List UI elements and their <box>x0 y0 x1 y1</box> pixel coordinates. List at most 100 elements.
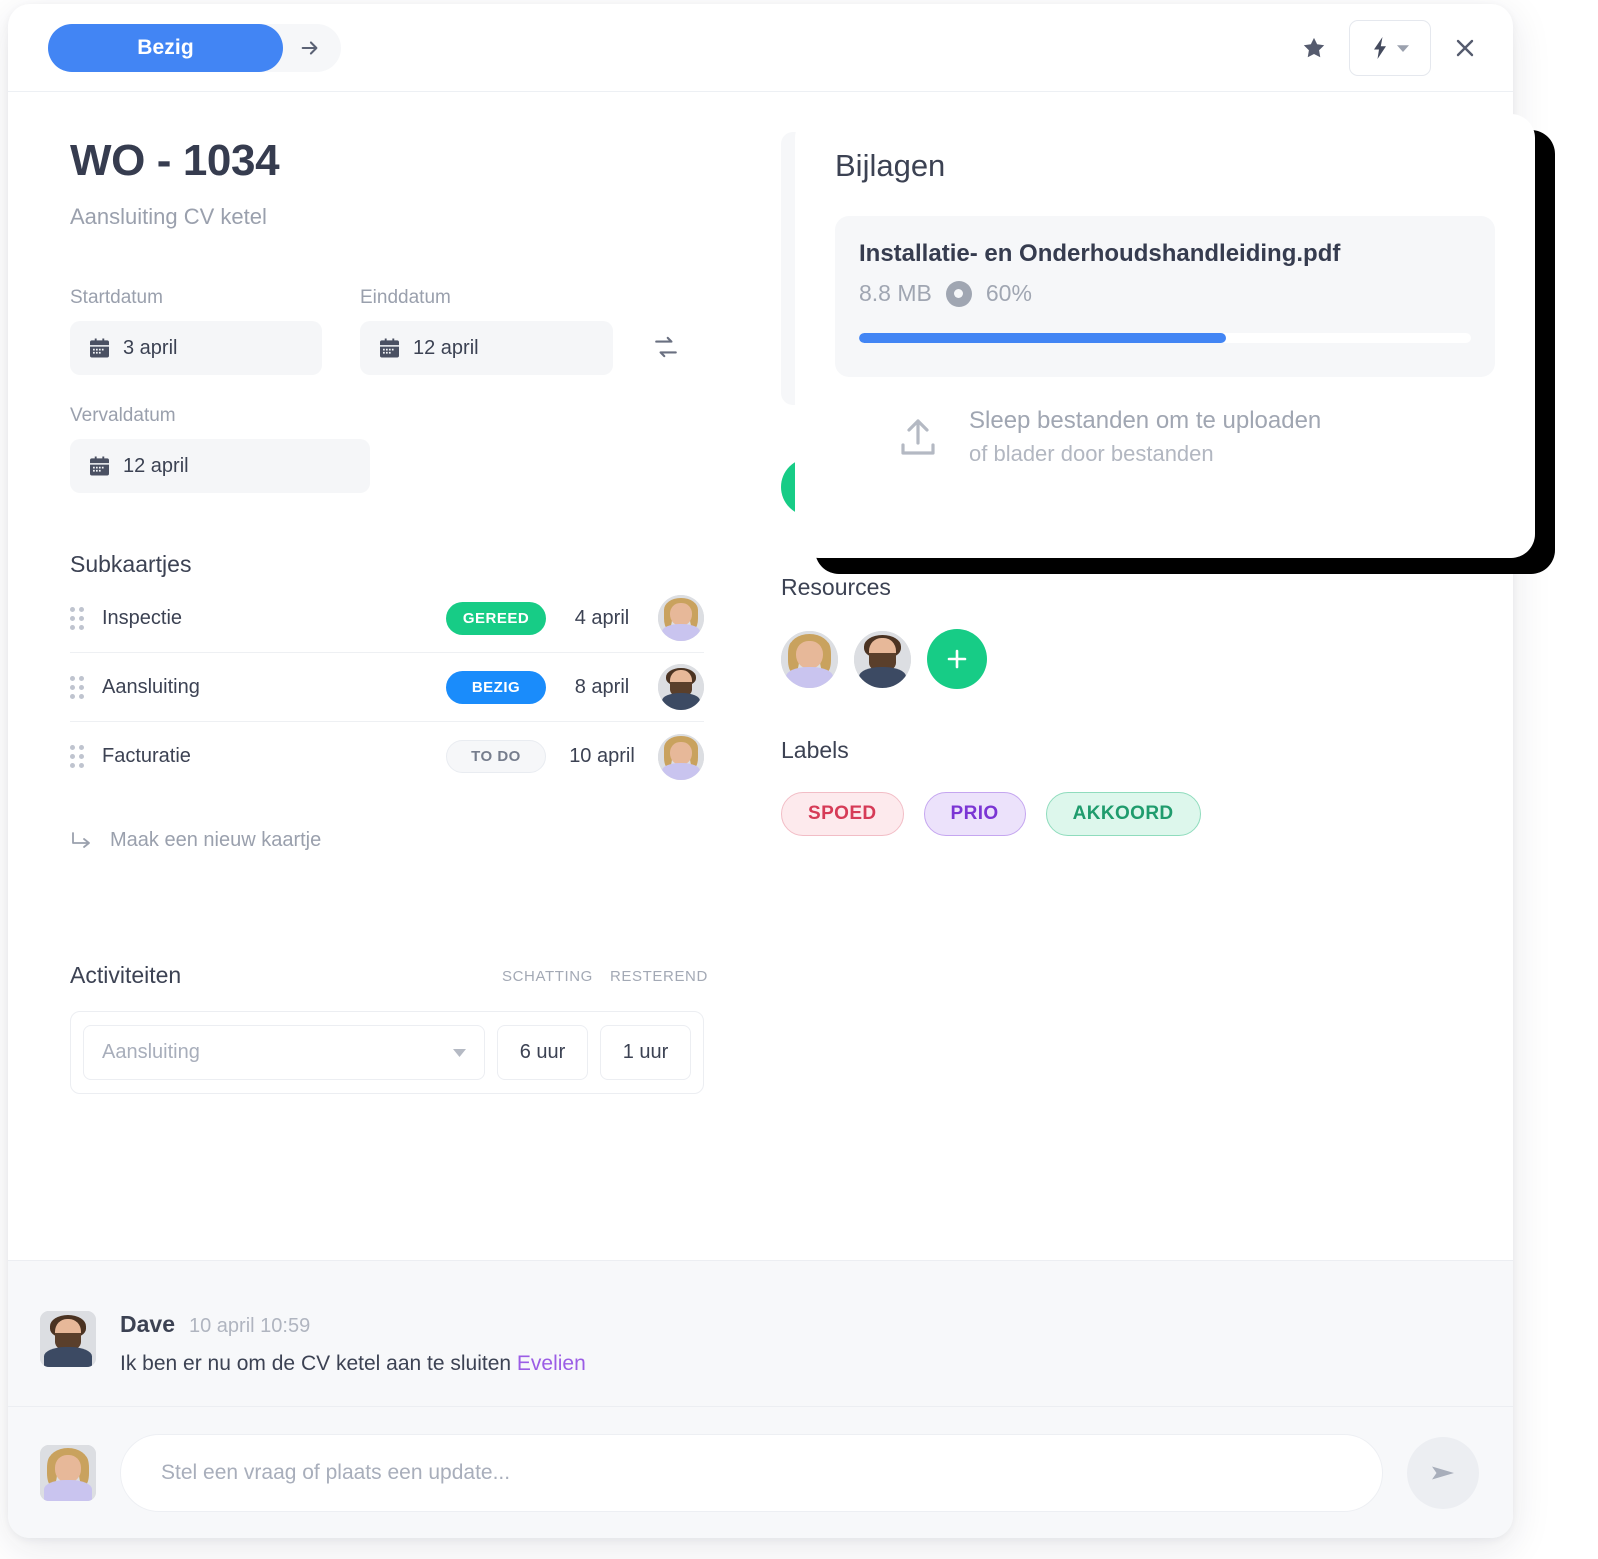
chat-message-author: Dave <box>120 1311 175 1337</box>
progress-donut-icon <box>945 280 972 307</box>
subcard-date: 10 april <box>569 745 635 767</box>
arrow-turn-down-right-icon <box>72 831 90 848</box>
activity-row: Aansluiting 6 uur 1 uur <box>70 1011 704 1094</box>
status-button[interactable]: Bezig <box>48 23 283 72</box>
card-header: Bezig <box>8 4 1513 92</box>
favorite-button[interactable] <box>1301 35 1327 61</box>
header-actions <box>1301 19 1477 76</box>
calendar-icon <box>90 456 109 476</box>
subcard-date: 4 april <box>574 606 630 629</box>
status-badge[interactable]: BEZIG <box>446 670 546 704</box>
chat-message-header: Dave 10 april 10:59 <box>120 1311 586 1338</box>
chevron-down-icon <box>453 1049 466 1057</box>
chevron-down-icon <box>1397 44 1409 52</box>
end-date-value: 12 april <box>413 336 479 359</box>
dates-section: Startdatum 3 april Einddatum 12 april Ve… <box>70 287 763 493</box>
new-subcard-label: Maak een nieuw kaartje <box>110 829 322 851</box>
subcards-section: Subkaartjes Inspectie GEREED 4 april Aanslu… <box>70 551 763 852</box>
resources-title: Resources <box>781 574 891 600</box>
attachment-item[interactable]: Installatie- en Onderhoudshandleiding.pd… <box>835 216 1495 377</box>
labels-title: Labels <box>781 737 849 763</box>
status-switcher[interactable]: Bezig <box>48 23 341 72</box>
chat-mention[interactable]: Evelien <box>517 1352 586 1375</box>
activities-section: Activiteiten SCHATTING RESTEREND Aanslui… <box>70 962 708 1094</box>
star-icon <box>1303 37 1325 57</box>
end-date-label: Einddatum <box>360 287 451 308</box>
table-row[interactable]: Aansluiting BEZIG 8 april <box>70 653 704 722</box>
send-icon <box>1432 1466 1454 1479</box>
new-subcard-button[interactable]: Maak een nieuw kaartje <box>70 829 763 852</box>
left-column: WO - 1034 Aansluiting CV ketel Startdatu… <box>8 92 763 1260</box>
table-row[interactable]: Facturatie TO DO 10 april <box>70 722 704 791</box>
chat-message-text: Ik ben er nu om de CV ketel aan te sluit… <box>120 1352 586 1376</box>
attachment-file-size: 8.8 MB <box>859 280 932 306</box>
start-date-input[interactable]: 3 april <box>70 321 322 375</box>
chat-message-content: Dave 10 april 10:59 Ik ben er nu om de C… <box>120 1311 586 1376</box>
drag-handle-icon[interactable] <box>70 606 102 630</box>
chat-message: Dave 10 april 10:59 Ik ben er nu om de C… <box>8 1261 1513 1376</box>
drag-handle-icon[interactable] <box>70 675 102 699</box>
upload-icon <box>901 419 935 455</box>
activity-remaining-input[interactable]: 1 uur <box>600 1025 691 1080</box>
file-dropzone[interactable]: Sleep bestanden om te uploaden of blader… <box>835 407 1495 467</box>
label-chip[interactable]: SPOED <box>781 792 904 836</box>
send-button[interactable] <box>1407 1436 1479 1509</box>
due-date-value: 12 april <box>123 454 189 477</box>
avatar[interactable] <box>658 664 704 710</box>
labels-list: SPOED PRIO AKKOORD <box>781 792 1201 836</box>
status-badge[interactable]: GEREED <box>446 601 546 635</box>
add-resource-button[interactable] <box>927 629 987 689</box>
activity-select[interactable]: Aansluiting <box>83 1025 485 1080</box>
drag-handle-icon[interactable] <box>70 745 102 768</box>
automation-button[interactable] <box>1349 19 1431 76</box>
subcards-title: Subkaartjes <box>70 551 192 577</box>
subcards-list: Inspectie GEREED 4 april Aansluiting BEZIG 8 … <box>70 584 704 791</box>
end-date-input[interactable]: 12 april <box>360 321 613 375</box>
subcard-name: Facturatie <box>102 745 191 767</box>
start-date-value: 3 april <box>123 336 178 359</box>
chat-input[interactable] <box>120 1433 1383 1512</box>
due-date-input[interactable]: 12 april <box>70 439 370 493</box>
activities-remaining-header: RESTEREND <box>610 968 708 985</box>
status-next-button[interactable] <box>283 24 337 72</box>
activity-select-value: Aansluiting <box>102 1041 200 1063</box>
page-subtitle: Aansluiting CV ketel <box>70 204 267 229</box>
resources-section: Resources <box>781 574 987 689</box>
labels-section: Labels SPOED PRIO AKKOORD <box>781 737 1201 836</box>
subcard-date: 8 april <box>574 675 630 698</box>
page-title: WO - 1034 <box>70 136 280 185</box>
upload-progress-bar <box>859 333 1471 343</box>
arrow-right-icon <box>301 40 318 55</box>
dropzone-text: Sleep bestanden om te uploaden of blader… <box>969 407 1321 467</box>
dropzone-line2: of blader door bestanden <box>969 441 1214 466</box>
avatar <box>40 1311 96 1367</box>
activities-estimate-header: SCHATTING <box>502 968 593 985</box>
close-button[interactable] <box>1453 36 1477 60</box>
attachments-title: Bijlagen <box>835 148 946 183</box>
avatar[interactable] <box>658 733 704 780</box>
activity-estimate-input[interactable]: 6 uur <box>497 1025 588 1080</box>
chat-message-body: Ik ben er nu om de CV ketel aan te sluit… <box>120 1352 517 1375</box>
close-icon <box>1456 39 1474 56</box>
avatar[interactable] <box>854 630 911 688</box>
calendar-icon <box>90 338 109 358</box>
calendar-icon <box>380 338 399 358</box>
avatar <box>40 1444 96 1501</box>
avatar[interactable] <box>658 595 704 641</box>
due-date-field: Vervaldatum 12 april <box>70 405 763 493</box>
activities-header: Activiteiten SCHATTING RESTEREND <box>70 962 708 989</box>
attachments-popup: Bijlagen Installatie- en Onderhoudshandl… <box>795 114 1535 558</box>
label-chip[interactable]: PRIO <box>923 792 1026 836</box>
table-row[interactable]: Inspectie GEREED 4 april <box>70 584 704 653</box>
label-chip[interactable]: AKKOORD <box>1045 792 1201 836</box>
attachment-meta: 8.8 MB 60% <box>859 280 1471 307</box>
avatar[interactable] <box>781 630 838 688</box>
dropzone-line1: Sleep bestanden om te uploaden <box>969 407 1322 434</box>
subcard-name: Inspectie <box>102 606 183 629</box>
lightning-bolt-icon <box>1374 36 1386 59</box>
plus-icon <box>947 649 967 669</box>
status-badge[interactable]: TO DO <box>446 740 546 773</box>
swap-dates-button[interactable] <box>653 334 679 363</box>
end-date-field: Einddatum 12 april <box>360 287 613 375</box>
chat-message-time: 10 april 10:59 <box>188 1315 311 1337</box>
